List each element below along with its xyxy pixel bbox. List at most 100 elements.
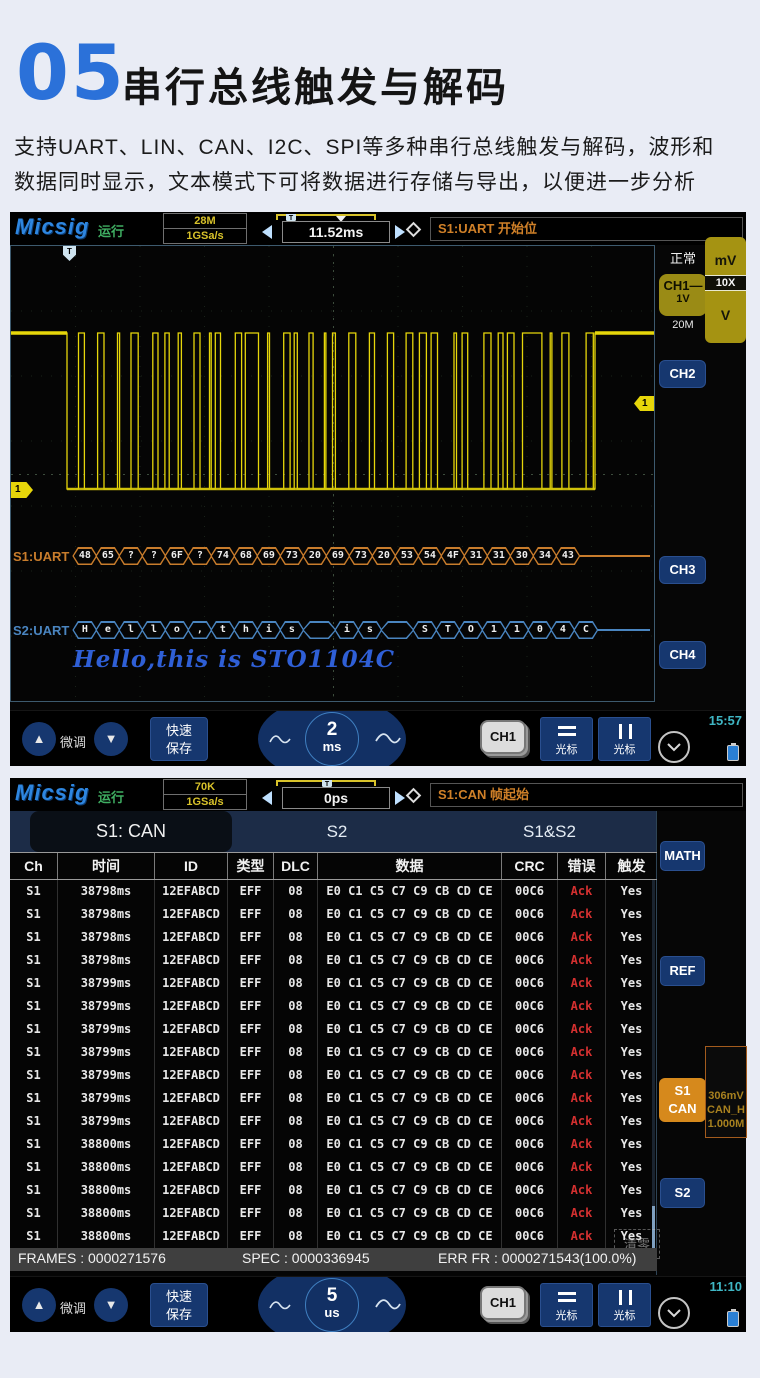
col-dlc: DLC: [274, 853, 318, 879]
run-status[interactable]: 运行: [98, 787, 124, 806]
timebase-knob[interactable]: 2 ms: [305, 712, 359, 766]
decode-symbol: s: [279, 621, 304, 639]
decode-symbol: T: [435, 621, 460, 639]
table-row[interactable]: S138799ms12EFABCDEFF08E0 C1 C5 C7 C9 CB …: [10, 1064, 657, 1087]
fine-adjust-label: 微调: [60, 1298, 86, 1317]
pan-left-icon[interactable]: [262, 791, 272, 805]
math-button[interactable]: MATH: [660, 841, 705, 871]
s2-button[interactable]: S2: [660, 1178, 705, 1208]
cursor-horizontal-button[interactable]: 光标: [540, 1283, 593, 1327]
cursor-horizontal-button[interactable]: 光标: [540, 717, 593, 761]
channel1-button[interactable]: CH1— 1V: [659, 274, 707, 316]
table-row[interactable]: S138800ms12EFABCDEFF08E0 C1 C5 C7 C9 CB …: [10, 1225, 657, 1248]
table-cell: 00C6: [502, 949, 558, 972]
clock: 11:10: [709, 1279, 742, 1294]
quick-save-button[interactable]: 快速 保存: [150, 717, 208, 761]
trigger-info[interactable]: S1:UART 开始位: [430, 217, 743, 241]
quick-save-button[interactable]: 快速 保存: [150, 1283, 208, 1327]
table-cell: EFF: [228, 1064, 274, 1087]
horizontal-cursor-icon: [558, 1292, 576, 1306]
ch1-scale: 1V: [659, 293, 707, 305]
tab-s2[interactable]: S2: [232, 811, 442, 852]
acquisition-info[interactable]: 28M 1GSa/s: [163, 213, 247, 244]
timebase-knob[interactable]: 5 us: [305, 1278, 359, 1332]
fine-down-button[interactable]: ▼: [94, 722, 128, 756]
table-cell: 08: [274, 1087, 318, 1110]
col-time: 时间: [58, 853, 155, 879]
table-cell: S1: [10, 1225, 58, 1248]
sine-small-icon: [268, 731, 292, 747]
acquisition-info[interactable]: 70K 1GSa/s: [163, 779, 247, 810]
tab-s1-can[interactable]: S1: CAN: [30, 811, 232, 852]
scope-bottom-bar: ▲ 微调 ▼ 快速 保存 2 ms CH1 光标 光标 15:57: [10, 710, 746, 766]
s1-can-button[interactable]: S1 CAN: [659, 1078, 706, 1122]
table-row[interactable]: S138799ms12EFABCDEFF08E0 C1 C5 C7 C9 CB …: [10, 1087, 657, 1110]
channel-select-button[interactable]: CH1: [480, 720, 526, 754]
run-status[interactable]: 运行: [98, 221, 124, 240]
table-cell: 38799ms: [58, 1087, 155, 1110]
waveform-display[interactable]: T 1 1 S1:UART 4865??6F?74686973206973205…: [10, 245, 655, 702]
table-row[interactable]: S138798ms12EFABCDEFF08E0 C1 C5 C7 C9 CB …: [10, 926, 657, 949]
sine-large-icon: [374, 1295, 402, 1313]
horizontal-offset-value[interactable]: 11.52ms: [282, 221, 390, 243]
table-cell: Ack: [558, 880, 606, 903]
table-cell: E0 C1 C5 C7 C9 CB CD CE: [318, 1018, 502, 1041]
pan-left-icon[interactable]: [262, 225, 272, 239]
cursor-vertical-button[interactable]: 光标: [598, 717, 651, 761]
pan-right-icon[interactable]: [395, 791, 405, 805]
collapse-menu-button[interactable]: [658, 1297, 690, 1329]
fine-down-button[interactable]: ▼: [94, 1288, 128, 1322]
table-row[interactable]: S138798ms12EFABCDEFF08E0 C1 C5 C7 C9 CB …: [10, 949, 657, 972]
frames-count: FRAMES : 0000271576: [18, 1250, 166, 1266]
table-row[interactable]: S138799ms12EFABCDEFF08E0 C1 C5 C7 C9 CB …: [10, 995, 657, 1018]
fine-up-button[interactable]: ▲: [22, 722, 56, 756]
probe-attenuation[interactable]: 10X: [705, 275, 746, 291]
ref-button[interactable]: REF: [660, 956, 705, 986]
horizontal-position-bar[interactable]: T: [276, 214, 376, 220]
table-row[interactable]: S138799ms12EFABCDEFF08E0 C1 C5 C7 C9 CB …: [10, 1110, 657, 1133]
channel2-button[interactable]: CH2: [659, 360, 706, 388]
ch1-coupling-icon: —: [690, 278, 703, 293]
table-body[interactable]: S138798ms12EFABCDEFF08E0 C1 C5 C7 C9 CB …: [10, 880, 657, 1248]
table-cell: 00C6: [502, 1041, 558, 1064]
collapse-menu-button[interactable]: [658, 731, 690, 763]
cursor-vertical-button[interactable]: 光标: [598, 1283, 651, 1327]
decode-symbol: H: [72, 621, 97, 639]
channel4-button[interactable]: CH4: [659, 641, 706, 669]
channel-select-button[interactable]: CH1: [480, 1286, 526, 1320]
decode-symbol: 74: [210, 547, 235, 565]
table-cell: 38799ms: [58, 1018, 155, 1041]
tab-s1s2[interactable]: S1&S2: [442, 811, 657, 852]
fine-up-button[interactable]: ▲: [22, 1288, 56, 1322]
table-row[interactable]: S138800ms12EFABCDEFF08E0 C1 C5 C7 C9 CB …: [10, 1202, 657, 1225]
table-cell: 12EFABCD: [155, 1202, 228, 1225]
table-row[interactable]: S138798ms12EFABCDEFF08E0 C1 C5 C7 C9 CB …: [10, 903, 657, 926]
table-cell: Yes: [606, 995, 657, 1018]
table-row[interactable]: S138800ms12EFABCDEFF08E0 C1 C5 C7 C9 CB …: [10, 1179, 657, 1202]
fine-adjust-label: 微调: [60, 732, 86, 751]
table-row[interactable]: S138799ms12EFABCDEFF08E0 C1 C5 C7 C9 CB …: [10, 972, 657, 995]
table-cell: S1: [10, 1064, 58, 1087]
table-cell: EFF: [228, 1133, 274, 1156]
table-row[interactable]: S138799ms12EFABCDEFF08E0 C1 C5 C7 C9 CB …: [10, 1041, 657, 1064]
table-row[interactable]: S138800ms12EFABCDEFF08E0 C1 C5 C7 C9 CB …: [10, 1133, 657, 1156]
decode-bus-s2[interactable]: S2:UART Hello,thisisSTO1104C: [13, 620, 650, 640]
table-row[interactable]: S138800ms12EFABCDEFF08E0 C1 C5 C7 C9 CB …: [10, 1156, 657, 1179]
decode-bus-s1[interactable]: S1:UART 4865??6F?746869732069732053544F3…: [13, 546, 650, 566]
table-row[interactable]: S138798ms12EFABCDEFF08E0 C1 C5 C7 C9 CB …: [10, 880, 657, 903]
decode-s2-label: S2:UART: [13, 623, 69, 638]
table-cell: Yes: [606, 1041, 657, 1064]
pan-right-icon[interactable]: [395, 225, 405, 239]
probe-panel[interactable]: mV 10X V: [705, 237, 746, 343]
channel3-button[interactable]: CH3: [659, 556, 706, 584]
table-cell: S1: [10, 1087, 58, 1110]
horizontal-offset-value[interactable]: 0ps: [282, 787, 390, 809]
horizontal-position-bar[interactable]: T: [276, 780, 376, 786]
probe-unit-v[interactable]: V: [705, 291, 746, 335]
table-row[interactable]: S138799ms12EFABCDEFF08E0 C1 C5 C7 C9 CB …: [10, 1018, 657, 1041]
s1-signal: CAN_H: [706, 1103, 746, 1117]
table-scrollbar[interactable]: [652, 880, 655, 1248]
probe-unit-mv[interactable]: mV: [705, 237, 746, 275]
trigger-info[interactable]: S1:CAN 帧起始: [430, 783, 743, 807]
table-cell: 12EFABCD: [155, 995, 228, 1018]
